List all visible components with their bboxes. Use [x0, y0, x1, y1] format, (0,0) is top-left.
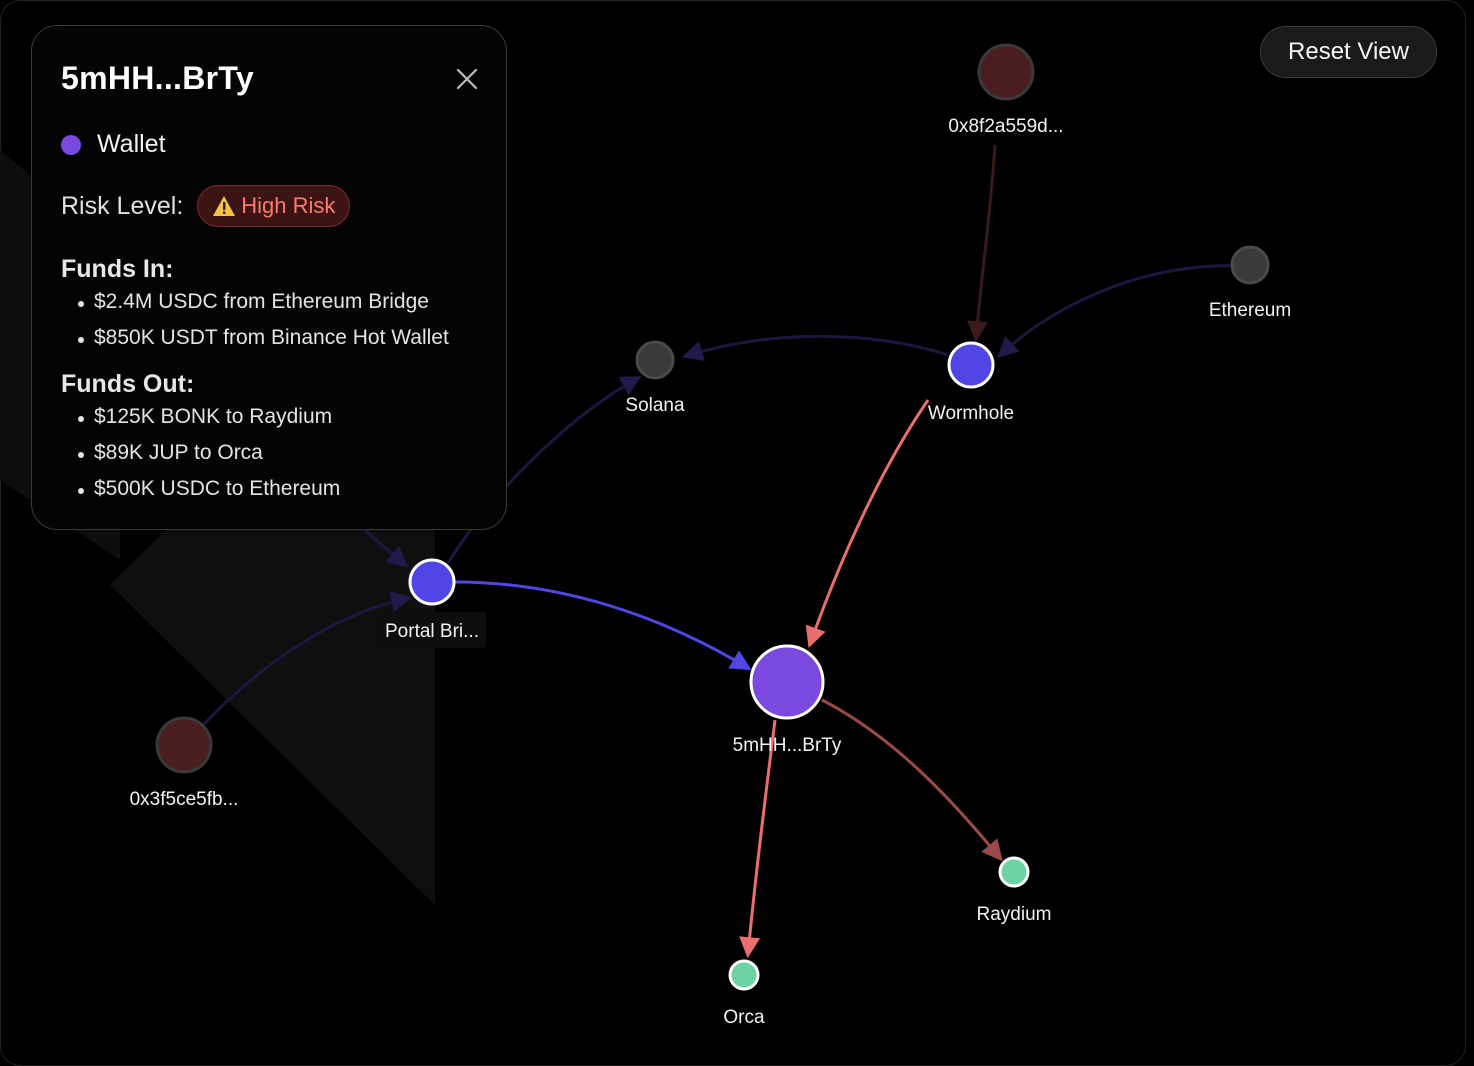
- risk-level-label: Risk Level:: [61, 191, 184, 220]
- node-type-label: Wallet: [97, 130, 166, 158]
- funds-out-list: $125K BONK to Raydium $89K JUP to Orca $…: [76, 400, 340, 508]
- node-label: Portal Bri...: [385, 621, 479, 642]
- edge-wallet-raydium: [821, 698, 1003, 862]
- node-label: Raydium: [977, 904, 1052, 925]
- node-orca[interactable]: Orca: [723, 959, 765, 1028]
- risk-level-row: Risk Level: High Risk: [61, 185, 351, 227]
- node-raydium[interactable]: Raydium: [977, 856, 1052, 925]
- risk-badge-label: High Risk: [241, 193, 336, 218]
- funds-out-title: Funds Out:: [61, 370, 195, 398]
- edge-portal-wallet: [454, 580, 752, 671]
- list-item: $2.4M USDC from Ethereum Bridge: [76, 285, 449, 321]
- close-icon[interactable]: [454, 66, 480, 92]
- node-label: Solana: [625, 395, 685, 416]
- node-ethereum[interactable]: Ethereum: [1209, 245, 1291, 321]
- node-label: Orca: [723, 1007, 765, 1028]
- warning-icon: [213, 196, 236, 216]
- wallet-type-dot-icon: [61, 134, 81, 155]
- node-details-panel: 5mHH...BrTy Wallet Risk Level: High Risk…: [31, 25, 507, 530]
- node-0x3f5ce5fb[interactable]: 0x3f5ce5fb...: [130, 716, 239, 810]
- reset-view-button[interactable]: Reset View: [1260, 26, 1437, 78]
- funds-in-list: $2.4M USDC from Ethereum Bridge $850K US…: [76, 285, 449, 357]
- list-item: $850K USDT from Binance Hot Wallet: [76, 321, 449, 357]
- edge-0x8f-wormhole: [967, 144, 997, 343]
- node-label: 5mHH...BrTy: [733, 735, 842, 756]
- node-0x8f2a559d[interactable]: 0x8f2a559d...: [948, 43, 1064, 137]
- edge-wormhole-solana: [681, 334, 949, 362]
- list-item: $125K BONK to Raydium: [76, 400, 340, 436]
- list-item: $89K JUP to Orca: [76, 436, 340, 472]
- funds-in-title: Funds In:: [61, 255, 174, 283]
- edge-wormhole-wallet: [805, 399, 930, 648]
- node-label: 0x3f5ce5fb...: [130, 789, 239, 810]
- list-item: $500K USDC to Ethereum: [76, 472, 340, 508]
- graph-canvas[interactable]: 0x8f2a559d... Ethereum Solana Wormhole P…: [0, 0, 1474, 1066]
- panel-title: 5mHH...BrTy: [61, 60, 254, 96]
- node-label: Ethereum: [1209, 300, 1291, 321]
- node-label: Wormhole: [928, 403, 1014, 424]
- node-label: 0x8f2a559d...: [948, 116, 1063, 137]
- edge-ethereum-wormhole: [996, 264, 1243, 358]
- node-type: Wallet: [61, 130, 166, 159]
- risk-badge: High Risk: [197, 185, 351, 227]
